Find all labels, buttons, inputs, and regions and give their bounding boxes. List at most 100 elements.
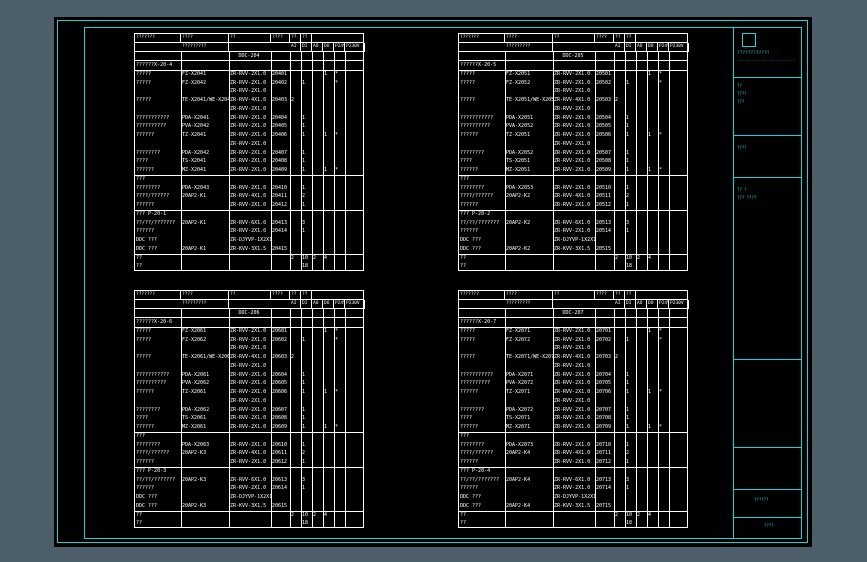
table-cell: ?????? (136, 202, 155, 208)
table-cell: ZR-RVV-4X1.0 (554, 193, 591, 200)
table-row: ?????????? PVA-X2042 ZR-RVV-2X1.0 20405 1 (135, 122, 363, 131)
table-cell (290, 484, 301, 493)
table-cell (625, 502, 636, 511)
io-table-ddc-207: ?????????????????????????????? AI DI AO DO P2… (458, 290, 689, 528)
table-cell (614, 61, 625, 70)
table-cell: DDC ??? (460, 494, 482, 500)
header-cell: ?? (229, 291, 271, 300)
table-cell (647, 175, 658, 184)
table-cell (290, 149, 301, 158)
table-cell (505, 105, 553, 114)
table-cell: ?????? (460, 202, 479, 208)
table-cell: ?? (460, 520, 467, 527)
table-cell (614, 157, 625, 166)
table-cell (614, 406, 625, 415)
table-cell: ZR-RVV-2X1.0 (230, 167, 267, 173)
table-cell: ZR-RVV-2X1.0 (554, 389, 591, 395)
table-cell (312, 423, 323, 432)
table-cell: ZR-RVV-4X1.0 (554, 354, 591, 360)
table-cell: ZR-RVV-2X1.0 (230, 158, 267, 165)
table-cell (290, 502, 301, 511)
table-cell: ZR-RVV-2X1.0 (230, 485, 267, 492)
table-cell: ZR-RVV-2X1.0 (554, 485, 591, 492)
column-divider (647, 309, 648, 527)
table-cell: 20702 (596, 336, 612, 343)
table-cell (301, 105, 312, 114)
table-cell (636, 87, 647, 96)
table-cell (290, 344, 301, 353)
table-cell (135, 105, 181, 114)
table-cell: ZR-RVV-2X1.0 (230, 380, 267, 387)
table-cell (181, 362, 229, 371)
table-cell (312, 379, 323, 388)
table-cell: 20712 (596, 459, 612, 465)
table-cell: 20709 (596, 424, 612, 430)
table-cell: 2 (291, 511, 295, 518)
table-cell: MZ-X2071 (506, 424, 531, 430)
table-cell: 1 (626, 441, 630, 448)
table-cell (312, 236, 323, 245)
table-cell (290, 105, 301, 114)
table-cell (636, 79, 647, 88)
table-row: DDC ??? 20AP2-K1 ZR-KVV-3X1.5 20415 (135, 245, 363, 254)
table-cell (290, 236, 301, 245)
table-cell (334, 192, 345, 201)
table-cell (614, 484, 625, 493)
table-row: ????? FZ-X2042 ZR-RVV-2X1.0 20402 1 * (135, 79, 363, 88)
table-cell (229, 262, 271, 271)
table-cell: ZR-RVV-2X1.0 (230, 79, 267, 86)
table-cell (647, 406, 658, 415)
table-cell (334, 318, 345, 327)
table-row: ZR-RVV-2X1.0 (135, 344, 363, 353)
table-cell: 2 (615, 354, 619, 360)
table-cell (323, 219, 334, 228)
table-cell (636, 406, 647, 415)
table-row: ??????X-20-7 (459, 318, 687, 327)
table-cell (636, 184, 647, 193)
table-cell: ??????????? (136, 371, 170, 378)
table-row: ZR-RVV-2X1.0 (459, 397, 687, 406)
table-cell: ?????? (460, 485, 479, 492)
table-cell (595, 262, 614, 271)
table-cell: TE-X2071/WE-X2071 (506, 354, 553, 360)
table-cell (647, 362, 658, 371)
table-cell: ??????X-20-5 (460, 62, 497, 68)
table-cell (135, 140, 181, 149)
table-cell (312, 449, 323, 458)
table-header-row: ????????? AI DI AO DO P24V P230V (459, 300, 689, 309)
table-cell (658, 397, 669, 406)
table-cell: * (659, 132, 663, 138)
table-cell: PDA-X2043 (182, 184, 210, 191)
table-cell (647, 344, 658, 353)
table-cell: 1 (626, 415, 630, 422)
table-cell: ??/??/??????? (136, 219, 176, 226)
table-cell (625, 70, 636, 79)
table-row: ???? TS-X2061 ZR-RVV-2X1.0 20608 1 (135, 414, 363, 423)
table-cell: 1 (302, 415, 306, 422)
table-cell: PVA-X2072 (506, 380, 534, 387)
table-cell (181, 318, 229, 327)
table-cell: MZ-X2061 (182, 424, 207, 430)
table-cell: * (659, 79, 663, 86)
table-cell (290, 441, 301, 450)
table-cell (334, 122, 345, 131)
table-cell (334, 511, 345, 520)
table-cell: 20615 (272, 502, 288, 509)
table-row: ??????????? PDA-X2041 ZR-RVV-2X1.0 20404 1 (135, 114, 363, 123)
table-cell: 4 (324, 254, 328, 261)
table-cell (636, 353, 647, 362)
table-cell (312, 166, 323, 175)
table-cell (614, 397, 625, 406)
table-cell (595, 105, 614, 114)
table-cell (595, 511, 614, 520)
table-cell (290, 175, 301, 184)
table-cell (505, 511, 553, 520)
table-cell (312, 388, 323, 397)
table-cell: 1 (324, 389, 328, 395)
table-cell (323, 157, 334, 166)
table-cell (636, 423, 647, 432)
table-cell (658, 201, 669, 210)
table-cell: ZR-RVV-4X1.0 (554, 97, 591, 103)
table-cell: ZR-DJYVP-1X2X1.0 (230, 237, 271, 243)
table-cell (636, 122, 647, 131)
